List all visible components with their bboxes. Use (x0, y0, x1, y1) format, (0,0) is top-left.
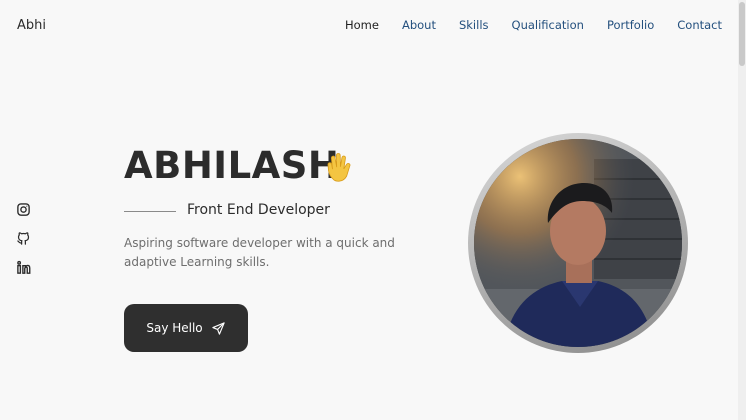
hero-subtitle: Front End Developer (187, 202, 330, 218)
page: Abhi Home About Skills Qualification Por… (0, 0, 746, 420)
nav-qualification[interactable]: Qualification (512, 18, 584, 32)
subtitle-divider (124, 211, 176, 212)
profile-image-frame (468, 133, 688, 353)
nav-about[interactable]: About (402, 18, 436, 32)
hero-name: ABHILASH (124, 144, 340, 187)
waving-hand-icon (325, 152, 357, 184)
hero-description: Aspiring software developer with a quick… (124, 236, 395, 269)
brand-logo[interactable]: Abhi (17, 18, 46, 33)
main-nav: Home About Skills Qualification Portfoli… (345, 18, 722, 32)
scrollbar-thumb[interactable] (739, 2, 745, 66)
nav-skills[interactable]: Skills (459, 18, 489, 32)
github-icon[interactable] (16, 231, 31, 246)
nav-portfolio[interactable]: Portfolio (607, 18, 654, 32)
send-icon (211, 321, 226, 336)
social-links (16, 202, 31, 275)
say-hello-label: Say Hello (146, 321, 203, 335)
page-scrollbar[interactable] (738, 0, 746, 420)
nav-contact[interactable]: Contact (677, 18, 722, 32)
say-hello-button[interactable]: Say Hello (124, 304, 248, 352)
profile-photo (474, 139, 682, 347)
nav-home[interactable]: Home (345, 18, 379, 32)
instagram-icon[interactable] (16, 202, 31, 217)
header: Abhi Home About Skills Qualification Por… (0, 0, 738, 52)
linkedin-icon[interactable] (16, 260, 31, 275)
